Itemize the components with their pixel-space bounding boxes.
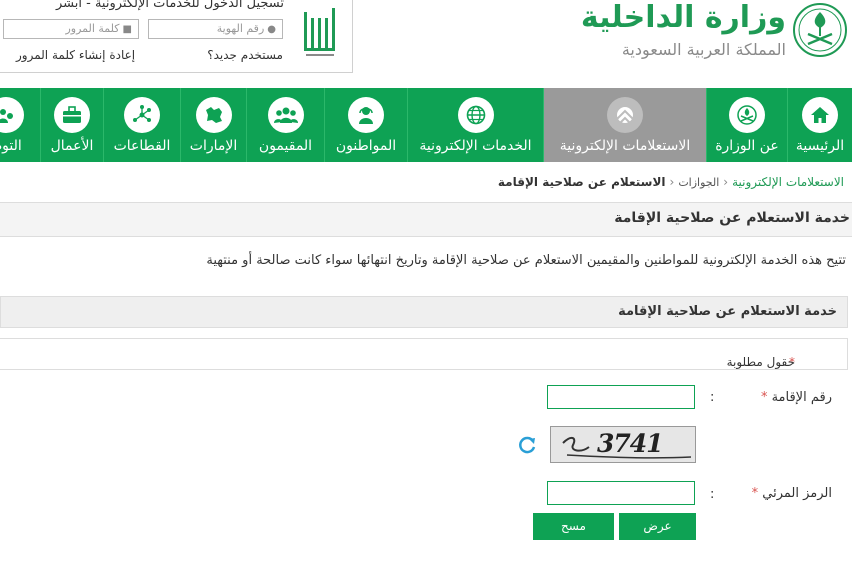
nav-label: المواطنون [335, 138, 397, 154]
nav-label: التوظ [0, 138, 22, 154]
globe-icon [466, 105, 485, 125]
clear-button[interactable]: مسح [533, 513, 614, 540]
visual-code-label: الرمز المرئي * [752, 486, 832, 501]
nav-label: الاستعلامات الإلكترونية [559, 138, 691, 154]
id-number-placeholder: رقم الهوية [216, 22, 265, 35]
nav-item-home[interactable]: الرئيسية [787, 88, 852, 162]
absher-logo-icon [304, 8, 335, 56]
nav-item-eservices[interactable]: الخدمات الإلكترونية [407, 88, 543, 162]
nav-item-sectors[interactable]: القطاعات [103, 88, 180, 162]
required-fields-note: * حقول مطلوبة [0, 338, 848, 370]
submit-button[interactable]: عرض [619, 513, 696, 540]
saudi-emblem-icon [793, 3, 847, 57]
inquiry-icon [616, 107, 634, 124]
login-panel: تسجيل الدخول للخدمات الإلكترونية - أبشر … [0, 0, 353, 73]
nav-item-residents[interactable]: المقيمون [246, 88, 324, 162]
iqama-colon: : [710, 390, 715, 405]
required-star: * [760, 390, 768, 405]
nav-item-jobs[interactable]: التوظ [0, 88, 40, 162]
breadcrumb-link-inquiries[interactable]: الاستعلامات الإلكترونية [732, 175, 844, 189]
reset-password-link[interactable]: إعادة إنشاء كلمة المرور [16, 48, 135, 62]
form-title: خدمة الاستعلام عن صلاحية الإقامة [618, 304, 837, 319]
nav-label: الرئيسية [795, 138, 845, 154]
breadcrumb-link-passports[interactable]: الجوازات [678, 176, 719, 189]
site-header: تسجيل الدخول للخدمات الإلكترونية - أبشر … [0, 0, 852, 88]
password-input[interactable]: ■كلمة المرور [3, 19, 139, 39]
required-note-label: حقول مطلوبة [726, 355, 795, 369]
id-number-input[interactable]: ●رقم الهوية [148, 19, 283, 39]
citizen-icon [359, 107, 373, 124]
network-icon [133, 105, 151, 122]
nav-business-circle [54, 97, 90, 133]
nav-item-citizens[interactable]: المواطنون [324, 88, 407, 162]
nav-label: عن الوزارة [715, 138, 779, 154]
nav-label: الإمارات [189, 138, 238, 154]
visual-code-colon: : [710, 487, 715, 502]
lock-icon: ■ [122, 24, 132, 35]
breadcrumb: الاستعلامات الإلكترونية‹الجوازات‹الاستعل… [498, 175, 844, 189]
nav-eservices-circle [457, 97, 494, 133]
breadcrumb-separator-icon: ‹ [669, 175, 675, 189]
nav-jobs-circle [0, 97, 24, 133]
nav-item-about[interactable]: عن الوزارة [706, 88, 787, 162]
captcha-text: 3741 [597, 429, 664, 458]
residents-icon [273, 107, 298, 123]
iqama-number-label-text: رقم الإقامة [771, 390, 832, 405]
required-star: * [751, 486, 759, 501]
nav-sectors-circle [124, 97, 160, 133]
page-heading: خدمة الاستعلام عن صلاحية الإقامة [0, 202, 852, 237]
iqama-number-label: رقم الإقامة * [761, 390, 832, 405]
nav-label: المقيمون [258, 138, 313, 154]
ministry-subtitle: المملكة العربية السعودية [621, 40, 786, 59]
captcha-image: 3741 [550, 426, 696, 463]
nav-inquiries-circle [607, 97, 643, 133]
nav-label: الخدمات الإلكترونية [419, 138, 532, 154]
form-panel-header: خدمة الاستعلام عن صلاحية الإقامة [0, 296, 848, 328]
main-nav: الرئيسية عن الوزارة الاستعلامات الإلكترو… [0, 88, 852, 162]
nav-item-inquiries[interactable]: الاستعلامات الإلكترونية [543, 88, 706, 162]
visual-code-input[interactable] [547, 481, 695, 505]
password-placeholder: كلمة المرور [65, 22, 120, 35]
emblem-icon [737, 105, 757, 125]
iqama-number-input[interactable] [547, 385, 695, 409]
login-title: تسجيل الدخول للخدمات الإلكترونية - أبشر [55, 0, 284, 11]
user-icon: ● [267, 24, 276, 35]
briefcase-icon [63, 106, 81, 123]
nav-label: الأعمال [50, 138, 94, 154]
nav-citizens-circle [348, 97, 384, 133]
nav-item-business[interactable]: الأعمال [40, 88, 103, 162]
refresh-captcha-icon[interactable] [516, 434, 538, 456]
jobs-icon [0, 109, 13, 123]
breadcrumb-separator-icon: ‹ [723, 175, 729, 189]
nav-about-circle [729, 97, 765, 133]
nav-label: القطاعات [113, 138, 171, 154]
home-icon [811, 107, 829, 123]
nav-emirates-circle [195, 97, 232, 133]
nav-home-circle [802, 97, 838, 133]
nav-residents-circle [267, 97, 304, 133]
visual-code-label-text: الرمز المرئي [762, 486, 832, 501]
nav-item-emirates[interactable]: الإمارات [180, 88, 246, 162]
map-icon [205, 107, 222, 123]
page-title: خدمة الاستعلام عن صلاحية الإقامة [614, 210, 850, 226]
breadcrumb-current: الاستعلام عن صلاحية الإقامة [497, 175, 666, 189]
new-user-link[interactable]: مستخدم جديد؟ [207, 48, 283, 62]
service-description: تتيح هذه الخدمة الإلكترونية للمواطنين وا… [206, 253, 846, 268]
ministry-title: وزارة الداخلية [580, 0, 786, 35]
